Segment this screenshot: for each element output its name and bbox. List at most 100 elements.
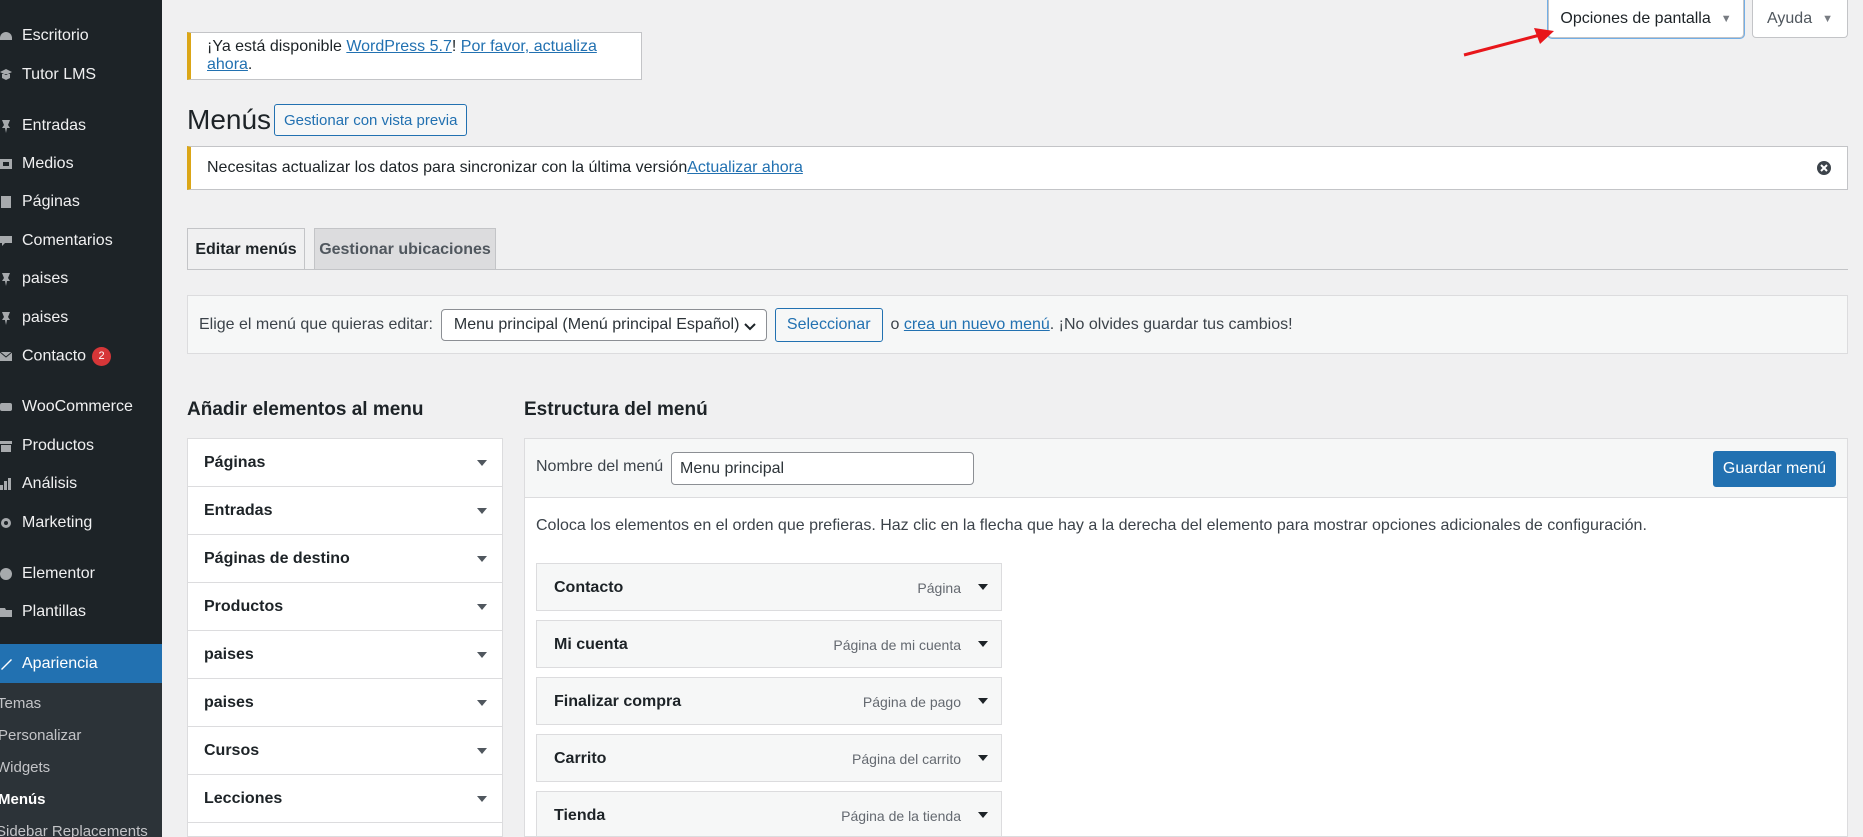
help-button[interactable]: Ayuda ▼ bbox=[1752, 0, 1848, 38]
menu-item-title: Finalizar compra bbox=[554, 693, 682, 710]
sidebar-item-paises-2[interactable]: paises bbox=[0, 300, 162, 336]
caret-down-icon: ▼ bbox=[1822, 12, 1833, 25]
triangle-down-icon bbox=[477, 556, 487, 562]
accordion-section-productos[interactable]: Productos bbox=[188, 583, 502, 631]
menu-name-input[interactable] bbox=[671, 452, 974, 485]
screen-options-button[interactable]: Opciones de pantalla ▼ bbox=[1548, 0, 1744, 38]
accordion-section-paginas[interactable]: Páginas bbox=[188, 439, 502, 487]
sidebar-item-label: Elementor bbox=[22, 565, 95, 582]
menu-item-type: Página de mi cuenta bbox=[833, 637, 961, 653]
menu-item-finalizar-compra[interactable]: Finalizar compra Página de pago bbox=[536, 677, 1002, 725]
sidebar-item-label: Marketing bbox=[22, 514, 93, 531]
sidebar-item-tutor-lms[interactable]: Tutor LMS bbox=[0, 57, 162, 93]
submenu-item-personalizar[interactable]: Personalizar bbox=[0, 727, 81, 744]
sync-notice-text: Necesitas actualizar los datos para sinc… bbox=[207, 159, 803, 176]
tab-edit-menus[interactable]: Editar menús bbox=[187, 228, 305, 270]
graduation-icon bbox=[0, 57, 12, 93]
sidebar-item-analisis[interactable]: Análisis bbox=[0, 466, 162, 502]
menu-item-type: Página de pago bbox=[862, 694, 961, 710]
sidebar-item-contacto[interactable]: Contacto 2 bbox=[0, 338, 162, 374]
sidebar-item-apariencia[interactable]: Apariencia bbox=[0, 644, 162, 683]
save-menu-button[interactable]: Guardar menú bbox=[1713, 451, 1836, 487]
accordion-section-lecciones[interactable]: Lecciones bbox=[188, 775, 502, 823]
sidebar-item-escritorio[interactable]: Escritorio bbox=[0, 18, 162, 54]
submenu-item-temas[interactable]: Temas bbox=[0, 695, 41, 712]
mail-icon bbox=[0, 338, 12, 374]
add-menu-items-title: Añadir elementos al menu bbox=[187, 399, 424, 420]
dashboard-icon bbox=[0, 18, 12, 54]
submenu-item-sidebar-replacements[interactable]: Sidebar Replacements bbox=[0, 823, 148, 837]
triangle-down-icon[interactable] bbox=[977, 638, 989, 650]
menu-structure-header: Nombre del menú Guardar menú bbox=[525, 439, 1847, 498]
dismiss-icon[interactable] bbox=[1815, 159, 1833, 177]
sidebar-item-medios[interactable]: Medios bbox=[0, 146, 162, 182]
sidebar-item-label: Páginas bbox=[22, 193, 80, 210]
woo-icon bbox=[0, 389, 12, 425]
menu-item-type: Página bbox=[917, 580, 961, 596]
select-menu-label: Elige el menú que quieras editar: bbox=[199, 315, 433, 333]
accordion-section-landing-pages[interactable]: Páginas de destino bbox=[188, 535, 502, 583]
megaphone-icon bbox=[0, 505, 12, 541]
accordion-section-label: Entradas bbox=[204, 501, 273, 519]
pin-icon bbox=[0, 261, 12, 297]
accordion-section-cursos[interactable]: Cursos bbox=[188, 727, 502, 775]
triangle-down-icon bbox=[477, 508, 487, 514]
menu-item-title: Carrito bbox=[554, 750, 607, 767]
menu-item-tienda[interactable]: Tienda Página de la tienda bbox=[536, 791, 1002, 836]
sidebar-item-marketing[interactable]: Marketing bbox=[0, 505, 162, 541]
accordion-section-paises-2[interactable]: paises bbox=[188, 679, 502, 727]
select-button[interactable]: Seleccionar bbox=[774, 307, 883, 342]
triangle-down-icon[interactable] bbox=[977, 581, 989, 593]
triangle-down-icon[interactable] bbox=[977, 809, 989, 821]
sidebar-item-label: Tutor LMS bbox=[22, 66, 97, 83]
submenu-item-widgets[interactable]: Widgets bbox=[0, 759, 50, 776]
update-notice-text: ¡Ya está disponible WordPress 5.7! Por f… bbox=[207, 38, 597, 73]
update-data-link[interactable]: Actualizar ahora bbox=[687, 159, 803, 176]
menu-select-value: Menu principal (Menú principal Español) bbox=[453, 315, 740, 333]
chart-icon bbox=[0, 466, 12, 502]
menu-item-carrito[interactable]: Carrito Página del carrito bbox=[536, 734, 1002, 782]
triangle-down-icon[interactable] bbox=[977, 752, 989, 764]
menu-structure-panel: Nombre del menú Guardar menú Coloca los … bbox=[524, 438, 1848, 837]
comment-icon bbox=[0, 223, 12, 259]
wordpress-version-link[interactable]: WordPress 5.7 bbox=[346, 38, 452, 55]
screen-options-label: Opciones de pantalla bbox=[1560, 9, 1711, 27]
menu-item-contacto[interactable]: Contacto Página bbox=[536, 563, 1002, 611]
accordion-section-label: Productos bbox=[204, 597, 284, 615]
media-icon bbox=[0, 146, 12, 182]
triangle-down-icon bbox=[477, 700, 487, 706]
sidebar-item-entradas[interactable]: Entradas bbox=[0, 108, 162, 144]
sync-notice: Necesitas actualizar los datos para sinc… bbox=[187, 146, 1848, 190]
sidebar-item-comentarios[interactable]: Comentarios bbox=[0, 223, 162, 259]
menu-select-dropdown[interactable]: Menu principal (Menú principal Español) bbox=[440, 308, 767, 341]
sidebar-item-elementor[interactable]: Elementor bbox=[0, 556, 162, 592]
accordion-section-entradas[interactable]: Entradas bbox=[188, 487, 502, 535]
create-new-menu-link[interactable]: crea un nuevo menú bbox=[904, 316, 1050, 333]
sidebar-item-woocommerce[interactable]: WooCommerce bbox=[0, 389, 162, 425]
chevron-down-icon bbox=[744, 322, 756, 330]
sidebar-item-paginas[interactable]: Páginas bbox=[0, 184, 162, 220]
appearance-submenu: Temas Personalizar Widgets Menús Sidebar… bbox=[0, 683, 162, 837]
manage-preview-button[interactable]: Gestionar con vista previa bbox=[274, 104, 468, 136]
sidebar-item-productos[interactable]: Productos bbox=[0, 428, 162, 464]
pin-icon bbox=[0, 108, 12, 144]
accordion-section-paises[interactable]: paises bbox=[188, 631, 502, 679]
brush-icon bbox=[0, 644, 12, 683]
notification-badge: 2 bbox=[92, 346, 112, 366]
sidebar-item-paises[interactable]: paises bbox=[0, 261, 162, 297]
menu-item-mi-cuenta[interactable]: Mi cuenta Página de mi cuenta bbox=[536, 620, 1002, 668]
sidebar-item-label: Escritorio bbox=[22, 27, 89, 44]
add-items-accordion: Páginas Entradas Páginas de destino Prod… bbox=[187, 438, 503, 837]
submenu-item-menus[interactable]: Menús bbox=[0, 791, 46, 808]
sidebar-item-label: paises bbox=[22, 309, 69, 326]
tab-divider bbox=[187, 269, 1848, 270]
archive-icon bbox=[0, 428, 12, 464]
tab-manage-locations[interactable]: Gestionar ubicaciones bbox=[314, 228, 496, 270]
sidebar-item-label: WooCommerce bbox=[22, 398, 133, 415]
sidebar-item-plantillas[interactable]: Plantillas bbox=[0, 594, 162, 630]
update-notice: ¡Ya está disponible WordPress 5.7! Por f… bbox=[187, 32, 642, 80]
triangle-down-icon[interactable] bbox=[977, 695, 989, 707]
sidebar-item-label: Medios bbox=[22, 155, 74, 172]
menu-item-title: Mi cuenta bbox=[554, 636, 628, 653]
menu-structure-title: Estructura del menú bbox=[524, 399, 708, 420]
